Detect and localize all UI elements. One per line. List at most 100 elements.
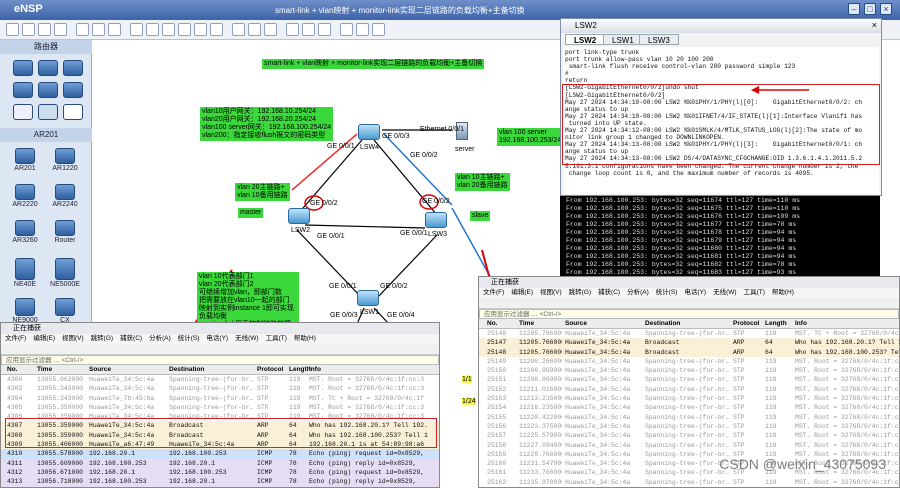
clear-icon[interactable] — [178, 23, 191, 36]
menu-item[interactable]: 无线(W) — [713, 289, 736, 296]
column-header-protocol[interactable]: Protocol — [733, 319, 759, 329]
menu-item[interactable]: 帮助(H) — [772, 289, 794, 296]
switch-icon[interactable] — [358, 124, 380, 140]
menu-item[interactable]: 统计(S) — [656, 289, 678, 296]
menu-item[interactable]: 跳转(G) — [569, 289, 591, 296]
redo-icon[interactable] — [108, 23, 121, 36]
close-icon[interactable]: × — [872, 20, 877, 30]
pc-category-icon[interactable] — [38, 82, 58, 98]
menu-item[interactable]: 文件(F) — [483, 289, 504, 296]
column-header-protocol[interactable]: Protocol — [257, 365, 283, 375]
gateway-note[interactable]: vlan10用户网关：192.168.10.254/24 vlan20用户网关：… — [200, 107, 334, 141]
router-icon[interactable] — [15, 258, 35, 280]
ping-console[interactable]: From 192.168.100.253: bytes=32 seq=11674… — [560, 196, 880, 282]
menu-item[interactable]: 工具(T) — [744, 289, 765, 296]
packet-row[interactable]: 4302 13055.343000 HuaweiTe_34:5c:4a Spannin… — [1, 384, 439, 394]
router-icon[interactable] — [55, 298, 75, 316]
ws1-filter-input[interactable]: 应用显示过滤器 … <Ctrl-/> — [1, 355, 439, 365]
packet-row[interactable]: 25154 11216.235000 HuaweiTe_34:5c:4a Spanni… — [479, 403, 900, 413]
column-header-time[interactable]: Time — [37, 365, 52, 375]
menu-item[interactable]: 电话(Y) — [684, 289, 706, 296]
text-icon[interactable] — [194, 23, 207, 36]
column-header-info[interactable]: Info — [795, 319, 807, 329]
packet-row[interactable]: 25162 11235.970000 HuaweiTe_34:5c:4a Spanni… — [479, 477, 900, 488]
open-icon[interactable] — [22, 23, 35, 36]
router-icon[interactable] — [55, 184, 75, 200]
save-icon[interactable] — [38, 23, 51, 36]
router-icon[interactable] — [15, 220, 35, 236]
palette-icon[interactable] — [210, 23, 223, 36]
packet-row[interactable]: 25150 11206.969000 HuaweiTe_34:5c:4a Spanni… — [479, 366, 900, 376]
menu-item[interactable]: 捕获(C) — [120, 335, 142, 342]
delete-icon[interactable] — [162, 23, 175, 36]
minimize-button[interactable]: – — [848, 3, 860, 15]
print-icon[interactable] — [76, 23, 89, 36]
capture-icon[interactable] — [318, 23, 331, 36]
menu-item[interactable]: 视图(V) — [540, 289, 562, 296]
packet-row[interactable]: 4311 13055.609000 192.168.100.253 192.168.2… — [1, 458, 439, 468]
server-note[interactable]: vlan 100 server 192.168.100.253/24 — [497, 128, 564, 146]
router-icon[interactable] — [15, 184, 35, 200]
topo-icon[interactable] — [356, 23, 369, 36]
menu-item[interactable]: 编辑(E) — [33, 335, 55, 342]
packet-row[interactable]: 25147 11205.766000 HuaweiTe_34:5c:4a Broadc… — [479, 338, 900, 348]
column-header-time[interactable]: Time — [519, 319, 534, 329]
select-icon[interactable] — [130, 23, 143, 36]
new-icon[interactable] — [6, 23, 19, 36]
menu-item[interactable]: 编辑(E) — [511, 289, 533, 296]
save-as-icon[interactable] — [54, 23, 67, 36]
cloud-category-icon[interactable] — [63, 82, 83, 98]
packet-row[interactable]: 4313 13056.718000 192.168.100.253 192.168.2… — [1, 477, 439, 487]
fit-icon[interactable] — [264, 23, 277, 36]
packet-row[interactable]: 25152 11211.016000 HuaweiTe_34:5c:4a Spanni… — [479, 384, 900, 395]
menu-item[interactable]: 帮助(H) — [294, 335, 316, 342]
menu-item[interactable]: 统计(S) — [178, 335, 200, 342]
menu-item[interactable]: 工具(T) — [266, 335, 287, 342]
menu-item[interactable]: 捕获(C) — [598, 289, 620, 296]
switch-icon[interactable] — [288, 208, 310, 224]
wlan-category-icon[interactable] — [63, 60, 83, 76]
packet-row[interactable]: 25158 11227.094000 HuaweiTe_34:5c:4a Spanni… — [479, 440, 900, 450]
zoom-out-icon[interactable] — [248, 23, 261, 36]
packet-row[interactable]: 25151 11208.969000 HuaweiTe_34:5c:4a Spanni… — [479, 375, 900, 385]
column-header-source[interactable]: Source — [565, 319, 587, 329]
cable-category-icon[interactable] — [63, 104, 83, 120]
lsw3-link-note[interactable]: vlan 10主链路+ vlan 20备用链路 — [455, 173, 510, 191]
packet-row[interactable]: 4304 13055.343000 HuaweiTe_7b:45:0a Spannin… — [1, 393, 439, 403]
undo-icon[interactable] — [92, 23, 105, 36]
router-icon[interactable] — [15, 298, 35, 316]
maximize-button[interactable]: □ — [864, 3, 876, 15]
lsw2-link-note[interactable]: vlan 20主链路+ vlan 10备用链路 — [235, 183, 290, 201]
switch-icon[interactable] — [357, 290, 379, 306]
lsw2-terminal-window[interactable]: LSW2 × LSW2 LSW1 LSW3 port link-type tru… — [560, 18, 882, 196]
column-header-source[interactable]: Source — [89, 365, 111, 375]
switch-category-icon[interactable] — [38, 60, 58, 76]
cli-icon[interactable] — [340, 23, 353, 36]
router-icon[interactable] — [55, 258, 75, 280]
column-header-length[interactable]: Length — [765, 319, 787, 329]
packet-row[interactable]: 4312 13056.671000 192.168.20.1 192.168.100.… — [1, 467, 439, 478]
menu-item[interactable]: 视图(V) — [62, 335, 84, 342]
menu-item[interactable]: 电话(Y) — [206, 335, 228, 342]
firewall-category-icon[interactable] — [13, 82, 33, 98]
tab-lsw1[interactable]: LSW1 — [603, 34, 643, 45]
column-header-no[interactable]: No. — [487, 319, 497, 329]
menu-item[interactable]: 分析(A) — [627, 289, 649, 296]
packet-row[interactable]: 4305 13055.359000 HuaweiTe_34:5c:4a Spannin… — [1, 402, 439, 413]
packet-row[interactable]: 25157 11225.579000 HuaweiTe_34:5c:4a Spanni… — [479, 431, 900, 441]
column-header-info[interactable]: Info — [309, 365, 321, 375]
tab-lsw2[interactable]: LSW2 — [565, 34, 606, 45]
monitor-category-icon[interactable] — [13, 104, 33, 120]
packet-row[interactable]: 4300 13055.062000 HuaweiTe_34:5c:4a Spannin… — [1, 375, 439, 385]
screenshot-icon[interactable] — [372, 23, 385, 36]
move-icon[interactable] — [146, 23, 159, 36]
packet-row[interactable]: 25153 11213.235000 HuaweiTe_34:5c:4a Spanni… — [479, 394, 900, 404]
packet-row[interactable]: 25149 11206.266000 HuaweiTe_34:5c:4a Spanni… — [479, 356, 900, 367]
menu-item[interactable]: 分析(A) — [149, 335, 171, 342]
packet-row[interactable]: 25155 11220.422000 HuaweiTe_34:5c:4a Spanni… — [479, 412, 900, 422]
title-note[interactable]: smart-link + vlan映射 + monitor-link实现二层链路… — [262, 59, 485, 69]
menu-item[interactable]: 无线(W) — [235, 335, 258, 342]
stop-all-icon[interactable] — [302, 23, 315, 36]
column-header-no[interactable]: No. — [7, 365, 17, 375]
close-button[interactable]: × — [880, 3, 892, 15]
